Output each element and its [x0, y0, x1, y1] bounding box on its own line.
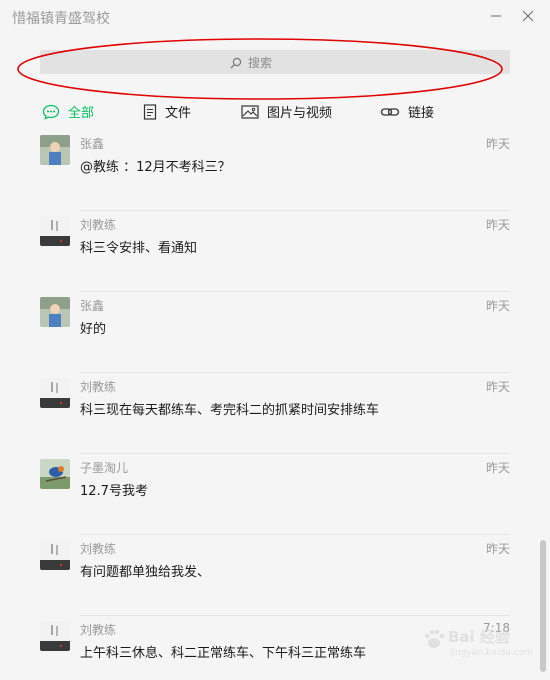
message-item[interactable]: 张鑫 昨天 好的	[0, 292, 530, 373]
chat-bubble-icon	[42, 104, 60, 120]
tab-all-label: 全部	[68, 106, 95, 121]
tab-files-label: 文件	[165, 106, 192, 121]
sender-name: 刘教练	[80, 218, 117, 232]
sender-name: 张鑫	[80, 137, 105, 151]
message-list: 张鑫 昨天 @教练 ：12月不考科三？ 刘教练 昨天 科三令安排、看通知 张鑫 …	[0, 130, 550, 680]
message-text: 科三令安排、看通知	[80, 241, 198, 256]
close-icon	[522, 10, 534, 22]
photo-avatar	[40, 297, 70, 327]
search-placeholder-group: 搜索	[230, 54, 272, 71]
message-item[interactable]: 刘教练 昨天 有问题都单独给我发、	[0, 535, 530, 616]
search-input[interactable]: 搜索	[40, 50, 510, 74]
search-icon	[230, 57, 242, 68]
message-time: 昨天	[485, 542, 510, 556]
calligraphy-avatar	[40, 540, 70, 570]
sender-name: 张鑫	[80, 299, 105, 313]
tab-files[interactable]: 文件	[143, 102, 191, 121]
tab-links[interactable]: 链接	[380, 102, 434, 121]
message-time: 昨天	[485, 461, 510, 475]
message-text: @教练 ：12月不考科三？	[80, 160, 231, 175]
minimize-button[interactable]	[488, 8, 504, 24]
message-time: 昨天	[485, 137, 510, 151]
document-icon	[143, 103, 157, 120]
sender-name: 子墨淘儿	[80, 461, 129, 475]
message-text: 科三现在每天都练车、考完科二的抓紧时间安排练车	[80, 403, 380, 418]
message-text: 有问题都单独给我发、	[80, 565, 211, 580]
minimize-icon	[491, 15, 501, 17]
title-bar: 惜福镇青盛驾校	[0, 0, 550, 36]
bird-avatar	[40, 459, 70, 489]
message-time: 昨天	[485, 218, 510, 232]
tab-all[interactable]: 全部	[42, 102, 94, 121]
message-item[interactable]: 刘教练 昨天 科三现在每天都练车、考完科二的抓紧时间安排练车	[0, 373, 530, 454]
sender-name: 刘教练	[80, 623, 117, 637]
message-item[interactable]: 子墨淘儿 昨天 12.7号我考	[0, 454, 530, 535]
photo-avatar	[40, 135, 70, 165]
message-text: 上午科三休息、科二正常练车、下午科三正常练车	[80, 646, 367, 661]
calligraphy-avatar	[40, 216, 70, 246]
message-item[interactable]: 张鑫 昨天 @教练 ：12月不考科三？	[0, 130, 530, 211]
message-item[interactable]: 刘教练 昨天 科三令安排、看通知	[0, 211, 530, 292]
tab-media[interactable]: 图片与视频	[241, 102, 332, 121]
scrollbar-thumb[interactable]	[540, 540, 546, 672]
watermark: Bai 经验 jingyan.baidu.com	[422, 625, 533, 665]
message-text: 12.7号我考	[80, 484, 148, 499]
window-title: 惜福镇青盛驾校	[12, 11, 110, 27]
link-icon	[380, 107, 400, 116]
sender-name: 刘教练	[80, 542, 117, 556]
calligraphy-avatar	[40, 621, 70, 651]
tab-media-label: 图片与视频	[267, 106, 333, 121]
sender-name: 刘教练	[80, 380, 117, 394]
close-button[interactable]	[520, 8, 536, 24]
tab-links-label: 链接	[408, 106, 435, 121]
message-time: 昨天	[485, 380, 510, 394]
watermark-url: jingyan.baidu.com	[450, 648, 534, 658]
message-text: 好的	[80, 322, 107, 337]
calligraphy-avatar	[40, 378, 70, 408]
watermark-brand: Bai 经验	[448, 628, 510, 646]
search-placeholder: 搜索	[248, 56, 273, 70]
message-time: 昨天	[485, 299, 510, 313]
image-icon	[241, 104, 259, 119]
paw-icon	[424, 629, 445, 648]
filter-tabs: 全部 文件 图片与视频 链接	[0, 100, 550, 124]
